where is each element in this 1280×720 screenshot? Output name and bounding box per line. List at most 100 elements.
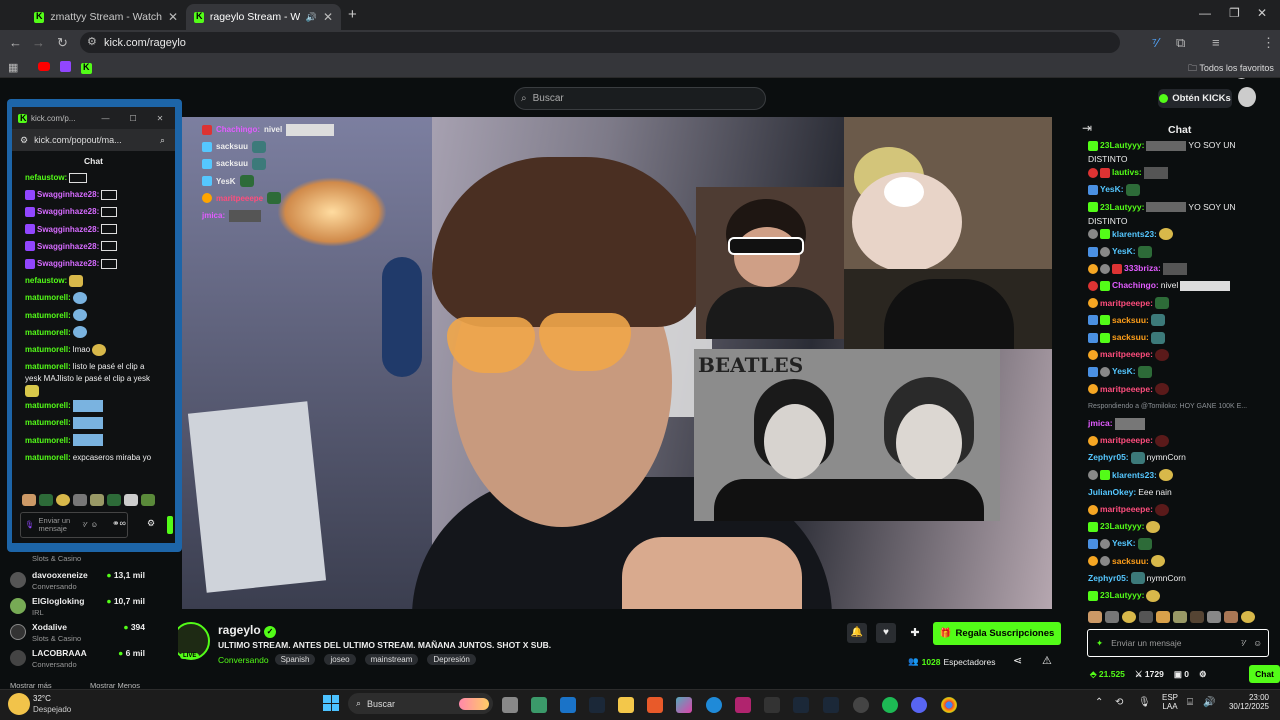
chat-username[interactable]: YesK: xyxy=(1112,363,1136,380)
speaker-icon[interactable]: 🔊 xyxy=(306,12,317,23)
popout-minimize-icon[interactable]: — xyxy=(101,114,109,123)
kick-bookmark-icon[interactable] xyxy=(81,62,92,74)
stream-tag[interactable]: mainstream xyxy=(364,654,419,665)
popout-username[interactable]: matumorell: xyxy=(25,414,71,431)
copilot-icon[interactable] xyxy=(676,697,692,713)
popout-username[interactable]: Swagginhaze28: xyxy=(37,221,99,238)
chrome-icon[interactable] xyxy=(941,697,957,713)
chat-username[interactable]: 23Lautyyy: xyxy=(1100,137,1144,154)
notification-bell-icon[interactable]: 🔔 xyxy=(847,623,867,643)
chat-username[interactable]: sacksuu: xyxy=(1112,329,1149,346)
chat-username[interactable]: maritpeeepe: xyxy=(1100,295,1153,312)
popout-username[interactable]: matumorell: xyxy=(25,307,71,324)
close-tab-icon[interactable]: ✕ xyxy=(168,10,178,24)
follow-heart-icon[interactable]: ♥ xyxy=(876,623,896,643)
chat-username[interactable]: klarents23: xyxy=(1112,226,1157,243)
tab-rageylo[interactable]: rageylo Stream - Watch Live 🔊 ✕ xyxy=(186,4,341,30)
translate-extension-icon[interactable]: ⁷⁄ xyxy=(1152,35,1159,50)
emote-icon[interactable] xyxy=(1207,611,1221,623)
tray-chevron-icon[interactable]: ⌃ xyxy=(1095,697,1103,708)
chat-username[interactable]: 23Lautyyy: xyxy=(1100,199,1144,216)
chat-username[interactable]: 333briza: xyxy=(1124,260,1161,277)
menu-dots-icon[interactable]: ⋮ xyxy=(1262,35,1275,51)
popout-username[interactable]: matumorell: xyxy=(25,449,71,466)
7tv-icon[interactable]: ⁷⁄ xyxy=(1241,638,1246,648)
emote-icon[interactable] xyxy=(1105,611,1119,623)
emote-icon[interactable] xyxy=(124,494,138,506)
emote-icon[interactable] xyxy=(56,494,70,506)
weather-icon[interactable] xyxy=(8,693,30,715)
microphone-icon[interactable]: 🎙 xyxy=(1138,697,1151,708)
clock[interactable]: 23:00 30/12/2025 xyxy=(1219,693,1269,711)
close-tab-icon[interactable]: ✕ xyxy=(323,10,333,24)
youtube-bookmark-icon[interactable] xyxy=(38,62,50,71)
chat-username[interactable]: Chachingo: xyxy=(1112,277,1159,294)
stream-tag[interactable]: Depresión xyxy=(427,654,476,665)
discord-icon[interactable] xyxy=(911,697,927,713)
popout-username[interactable]: matumorell: xyxy=(25,397,71,414)
popout-username[interactable]: Swagginhaze28: xyxy=(37,203,99,220)
taskbar-search[interactable]: ⌕ Buscar xyxy=(348,693,493,714)
stream-category[interactable]: Conversando xyxy=(218,655,269,665)
chat-username[interactable]: maritpeeepe: xyxy=(1100,432,1153,449)
volume-icon[interactable]: 🔊 xyxy=(1203,697,1215,708)
emote-icon[interactable] xyxy=(1241,611,1255,623)
emote-icon[interactable] xyxy=(1122,611,1136,623)
chat-username[interactable]: klarents23: xyxy=(1112,467,1157,484)
report-icon[interactable]: ⚠ xyxy=(1042,654,1052,667)
mic-icon[interactable]: 🎙 xyxy=(25,521,35,529)
zoom-icon[interactable]: ⌕ xyxy=(160,135,165,146)
app-icon[interactable] xyxy=(853,697,869,713)
chat-username[interactable]: maritpeeepe: xyxy=(1100,501,1153,518)
tab-zmattyy[interactable]: zmattyy Stream - Watch Live on ✕ xyxy=(26,4,186,30)
popout-addressbar[interactable]: ⚙ kick.com/popout/ma... ⌕ xyxy=(12,129,175,151)
emote-icon[interactable] xyxy=(1088,611,1102,623)
twitch-bookmark-icon[interactable] xyxy=(60,61,71,72)
gift-subs-button[interactable]: 🎁 Regala Suscripciones xyxy=(933,622,1061,645)
chat-username[interactable]: YesK: xyxy=(1112,243,1136,260)
emote-icon[interactable] xyxy=(90,494,104,506)
chat-username[interactable]: sacksuu: xyxy=(1112,312,1149,329)
popout-username[interactable]: Swagginhaze28: xyxy=(37,238,99,255)
chat-username[interactable]: 23Lautyyy: xyxy=(1100,587,1144,604)
emoji-icon[interactable]: ☺ xyxy=(91,521,99,529)
7tv-icon[interactable]: ⁷⁄ xyxy=(83,521,87,529)
emote-icon[interactable] xyxy=(107,494,121,506)
popout-username[interactable]: nefaustow: xyxy=(25,272,67,289)
chat-username[interactable]: Zephyr05: xyxy=(1088,570,1129,587)
emote-icon[interactable] xyxy=(22,494,36,506)
search-input[interactable]: ⌕ Buscar xyxy=(514,87,766,110)
chat-username[interactable]: 23Lautyyy: xyxy=(1100,518,1144,535)
popout-username[interactable]: matumorell: xyxy=(25,432,71,449)
more-options-icon[interactable]: ✚ xyxy=(905,623,925,643)
stream-tag[interactable]: Spanish xyxy=(274,654,316,665)
popout-send-button[interactable] xyxy=(167,516,173,534)
app-icon[interactable] xyxy=(764,697,780,713)
chat-username[interactable]: YesK: xyxy=(1100,181,1124,198)
emote-icon[interactable] xyxy=(1139,611,1153,623)
file-explorer-icon[interactable] xyxy=(618,697,634,713)
emote-icon[interactable] xyxy=(39,494,53,506)
popout-username[interactable]: nefaustow: xyxy=(25,169,67,186)
back-icon[interactable]: ← xyxy=(9,35,22,50)
collapse-chat-icon[interactable]: ⇥ xyxy=(1082,121,1092,135)
sidebar-channel[interactable]: davooxeneize Conversando ● 13,1 mil xyxy=(10,570,175,594)
chat-username[interactable]: YesK: xyxy=(1112,535,1136,552)
video-player[interactable]: BEATLES Chachingo: nivel sacksuu sacksuu … xyxy=(182,117,1052,609)
app-icon[interactable] xyxy=(735,697,751,713)
share-icon[interactable]: ⋖ xyxy=(1013,654,1022,667)
stream-tag[interactable]: joseo xyxy=(324,654,356,665)
chat-username[interactable]: lautivs: xyxy=(1112,164,1142,181)
chat-username[interactable]: Zephyr05: xyxy=(1088,449,1129,466)
chat-username[interactable]: sacksuu: xyxy=(1112,553,1149,570)
sidebar-channel[interactable]: ElGlogloking IRL ● 10,7 mil xyxy=(10,596,175,620)
streamer-name-row[interactable]: rageylo ✓ xyxy=(218,623,277,638)
address-bar[interactable]: ⚙ kick.com/rageylo xyxy=(80,32,1120,53)
all-bookmarks[interactable]: 🗀 Todos los favoritos xyxy=(1188,61,1274,77)
site-info-icon[interactable]: ⚙ xyxy=(20,135,28,146)
forward-icon[interactable]: → xyxy=(32,35,45,50)
chat-send-button[interactable]: Chat xyxy=(1249,665,1280,683)
site-info-icon[interactable]: ⚙ xyxy=(87,35,97,48)
emote-icon[interactable] xyxy=(1156,611,1170,623)
popout-username[interactable]: matumorell: xyxy=(25,289,71,306)
